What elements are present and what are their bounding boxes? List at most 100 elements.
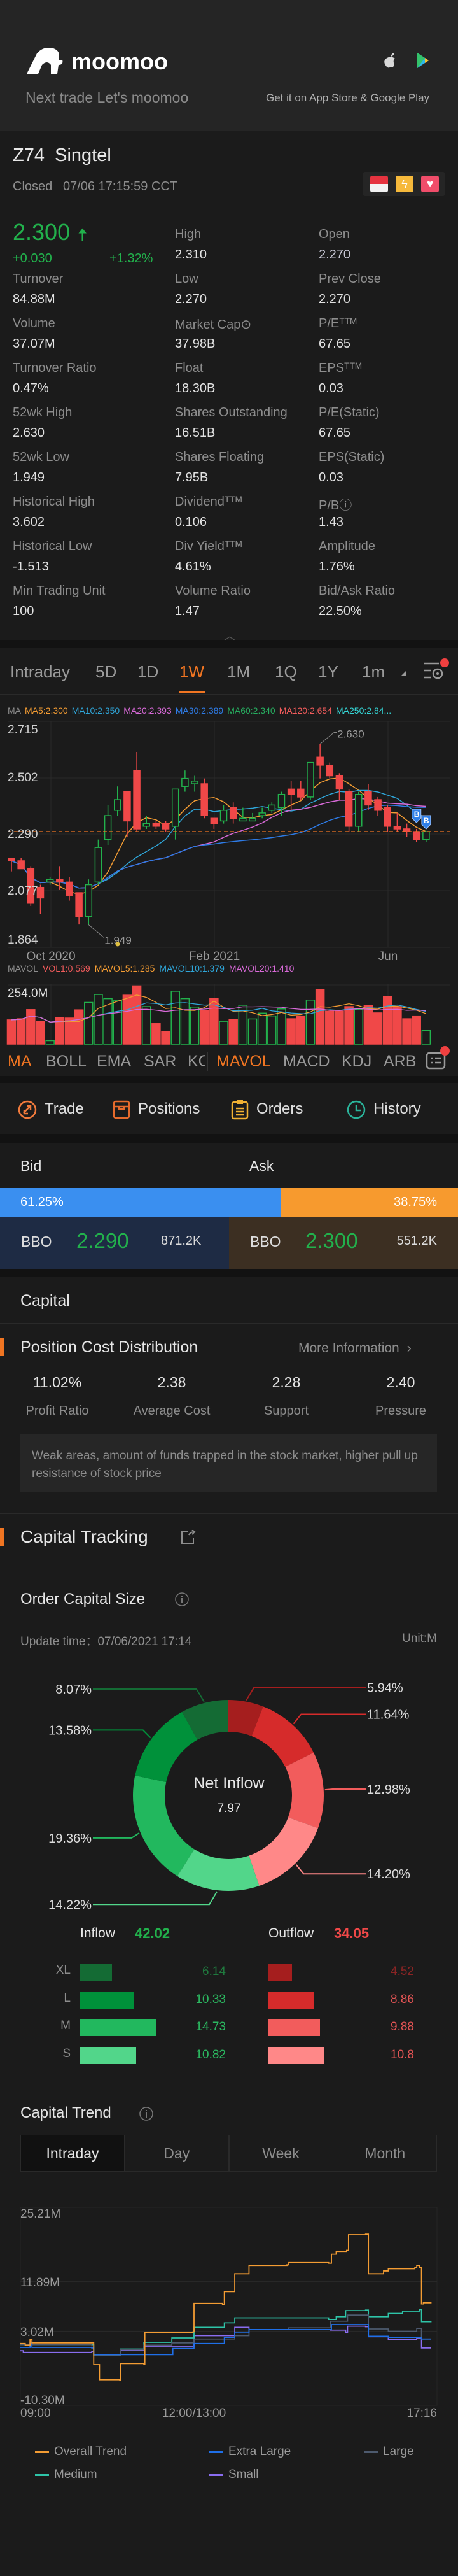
candle-body[interactable]: [268, 804, 276, 811]
candle-body[interactable]: [133, 770, 141, 830]
volume-bar[interactable]: [74, 1009, 84, 1045]
lightning-level1-icon[interactable]: ϟ: [396, 176, 413, 192]
trend-tab-intraday[interactable]: Intraday: [20, 2135, 125, 2172]
volume-bar[interactable]: [296, 1015, 306, 1045]
candle-body[interactable]: [316, 756, 324, 766]
history-icon[interactable]: [347, 1100, 366, 1119]
volume-bar[interactable]: [190, 1007, 200, 1045]
indicator-tab-macd[interactable]: MACD: [283, 1052, 330, 1071]
volume-bar[interactable]: [180, 998, 190, 1045]
candle-body[interactable]: [17, 860, 25, 870]
candle-body[interactable]: [229, 807, 237, 819]
volume-bar[interactable]: [64, 1017, 74, 1045]
candle-body[interactable]: [8, 858, 15, 861]
volume-bar[interactable]: [325, 1010, 335, 1045]
candle-body[interactable]: [162, 823, 170, 830]
volume-bar[interactable]: [84, 1001, 94, 1045]
candle-body[interactable]: [114, 799, 121, 811]
positions-button[interactable]: Positions: [138, 1100, 200, 1118]
donut-slice[interactable]: [249, 1817, 318, 1886]
volume-bar[interactable]: [228, 1019, 238, 1045]
orders-button[interactable]: Orders: [256, 1100, 303, 1118]
trend-line-small[interactable]: [20, 2325, 431, 2356]
event-dot[interactable]: [115, 942, 120, 947]
volume-bar[interactable]: [36, 1021, 45, 1045]
more-information-link[interactable]: More Information ›: [298, 1341, 412, 1356]
volume-bar[interactable]: [382, 996, 392, 1045]
candle-body[interactable]: [152, 823, 160, 827]
google-play-icon[interactable]: [416, 52, 430, 69]
candle-body[interactable]: [210, 817, 218, 824]
volume-bar[interactable]: [151, 1023, 161, 1045]
candle-body[interactable]: [355, 793, 363, 827]
candle-body[interactable]: [364, 791, 372, 806]
volume-bar[interactable]: [113, 1000, 123, 1045]
volume-bar[interactable]: [402, 1018, 412, 1045]
volume-bar[interactable]: [161, 1031, 170, 1045]
info-icon[interactable]: [139, 2106, 154, 2121]
info-icon[interactable]: [174, 1592, 190, 1607]
volume-bar[interactable]: [286, 1018, 296, 1045]
volume-bar[interactable]: [257, 1012, 267, 1045]
candle-body[interactable]: [142, 823, 150, 827]
candle-body[interactable]: [239, 817, 247, 822]
store-text[interactable]: Get it on App Store & Google Play: [266, 92, 429, 104]
trend-line-overall-trend[interactable]: [20, 2233, 432, 2381]
trade-button[interactable]: Trade: [45, 1100, 84, 1118]
volume-bar[interactable]: [363, 1005, 373, 1045]
candle-body[interactable]: [36, 886, 45, 899]
indicator-tab-ema[interactable]: EMA: [97, 1052, 131, 1071]
volume-bar[interactable]: [305, 1000, 316, 1045]
trend-tab-week[interactable]: Week: [228, 2135, 333, 2172]
volume-bar[interactable]: [6, 1019, 17, 1045]
indicator-tab-mavol[interactable]: MAVOL: [216, 1052, 271, 1071]
candle-body[interactable]: [104, 815, 112, 840]
tab-1y[interactable]: 1Y: [318, 662, 338, 682]
indicator-tab-kdj[interactable]: KDJ: [342, 1052, 371, 1071]
candle-body[interactable]: [258, 812, 266, 816]
volume-bar[interactable]: [94, 994, 103, 1045]
candle-body[interactable]: [171, 788, 179, 827]
volume-bar[interactable]: [315, 989, 325, 1045]
legend-item[interactable]: Medium: [35, 2468, 97, 2482]
trade-icon[interactable]: [18, 1100, 37, 1119]
candle-body[interactable]: [66, 881, 73, 896]
volume-chart[interactable]: [0, 984, 458, 1045]
indicator-tab-boll[interactable]: BOLL: [46, 1052, 87, 1071]
indicator-tab-arb[interactable]: ARB: [384, 1052, 416, 1071]
orders-icon[interactable]: [231, 1100, 249, 1120]
volume-bar[interactable]: [26, 1009, 36, 1045]
legend-item[interactable]: Overall Trend: [35, 2445, 127, 2459]
favorite-heart-icon[interactable]: ♥: [421, 176, 439, 192]
apple-icon[interactable]: [384, 52, 398, 69]
candle-body[interactable]: [412, 831, 420, 840]
singapore-flag-icon[interactable]: [370, 176, 388, 192]
candle-body[interactable]: [335, 775, 344, 790]
candle-body[interactable]: [200, 783, 208, 816]
legend-item[interactable]: Extra Large: [209, 2445, 291, 2459]
candle-body[interactable]: [307, 761, 314, 798]
tab-1m[interactable]: 1M: [227, 662, 250, 682]
candle-body[interactable]: [297, 788, 305, 798]
volume-bar[interactable]: [392, 1006, 402, 1045]
tab-1m[interactable]: 1m: [362, 662, 385, 682]
candle-body[interactable]: [374, 799, 382, 811]
trend-tab-month[interactable]: Month: [333, 2135, 438, 2172]
candle-body[interactable]: [123, 791, 131, 822]
candle-body[interactable]: [393, 826, 401, 830]
tab-intraday[interactable]: Intraday: [10, 662, 70, 682]
tab-1q[interactable]: 1Q: [275, 662, 297, 682]
dropdown-triangle-icon[interactable]: [401, 670, 406, 676]
candle-body[interactable]: [46, 879, 54, 883]
candlestick-chart[interactable]: 2.6301.949BB: [0, 721, 458, 989]
volume-bar[interactable]: [267, 1015, 277, 1045]
candle-body[interactable]: [56, 879, 64, 883]
trend-tab-day[interactable]: Day: [124, 2135, 229, 2172]
volume-bar[interactable]: [335, 1010, 344, 1045]
volume-bar[interactable]: [421, 1030, 431, 1045]
volume-bar[interactable]: [122, 994, 132, 1045]
candle-body[interactable]: [422, 831, 430, 840]
candle-body[interactable]: [345, 791, 353, 827]
volume-bar[interactable]: [247, 1018, 258, 1045]
volume-bar[interactable]: [16, 1018, 26, 1045]
